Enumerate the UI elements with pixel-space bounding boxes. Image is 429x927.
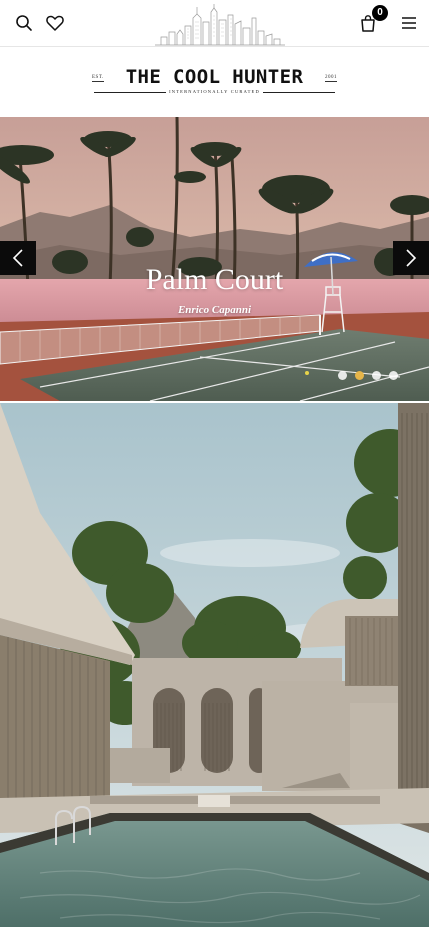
slider-dot[interactable]	[338, 371, 347, 380]
site-logo-link[interactable]: EST. THE COOL HUNTER 2001 INTERNATIONALL…	[92, 66, 337, 98]
city-skyline-icon	[155, 4, 285, 46]
slide-image	[0, 117, 429, 401]
brand-masthead: EST. THE COOL HUNTER 2001 INTERNATIONALL…	[0, 48, 429, 117]
cart-count-badge: 0	[372, 5, 388, 21]
search-icon	[16, 15, 32, 31]
site-title: THE COOL HUNTER	[125, 66, 304, 88]
hamburger-icon	[402, 17, 416, 29]
menu-button[interactable]	[397, 11, 421, 35]
cart-button[interactable]: 0	[356, 5, 388, 35]
slider-dot[interactable]	[372, 371, 381, 380]
slide-author: Enrico Capanni	[177, 304, 252, 316]
search-button[interactable]	[12, 11, 36, 35]
hero-slider[interactable]: Palm Court Enrico Capanni	[0, 117, 429, 401]
slide-title[interactable]: Palm Court	[0, 263, 429, 297]
brand-tagline-text: INTERNATIONALLY CURATED	[166, 89, 263, 94]
brand-year-label: 2001	[325, 75, 337, 80]
wishlist-button[interactable]	[43, 11, 67, 35]
slider-dot[interactable]	[389, 371, 398, 380]
brand-tagline: INTERNATIONALLY CURATED	[92, 89, 337, 94]
feature-image[interactable]	[0, 403, 429, 927]
slider-dot[interactable]	[355, 371, 364, 380]
slider-pagination	[338, 371, 398, 380]
heart-icon	[46, 15, 64, 31]
top-navigation-bar: 0	[0, 0, 429, 47]
courtyard-pool-image	[0, 403, 429, 927]
